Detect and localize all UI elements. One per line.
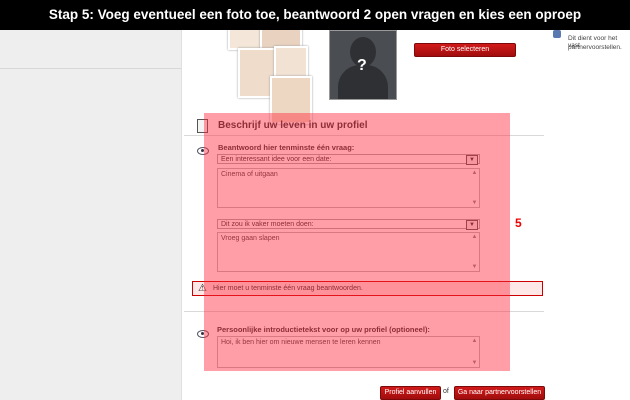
profile-photo-placeholder: ? <box>329 30 397 100</box>
left-sidebar <box>0 30 182 400</box>
or-label: of <box>443 388 449 395</box>
partner-proposals-button[interactable]: Ga naar partnervoorstellen <box>454 386 545 400</box>
tutorial-banner: Stap 5: Voeg eventueel een foto toe, bea… <box>0 0 630 30</box>
step-number: 5 <box>515 216 522 230</box>
sidebar-divider <box>0 68 181 69</box>
info-icon <box>553 30 561 38</box>
complete-profile-button[interactable]: Profiel aanvullen <box>380 386 441 400</box>
select-photo-button[interactable]: Foto selecteren <box>414 43 516 57</box>
info-line2: partnervoorstellen. <box>568 44 622 51</box>
highlight-overlay <box>204 113 510 371</box>
question-mark: ? <box>357 57 367 74</box>
